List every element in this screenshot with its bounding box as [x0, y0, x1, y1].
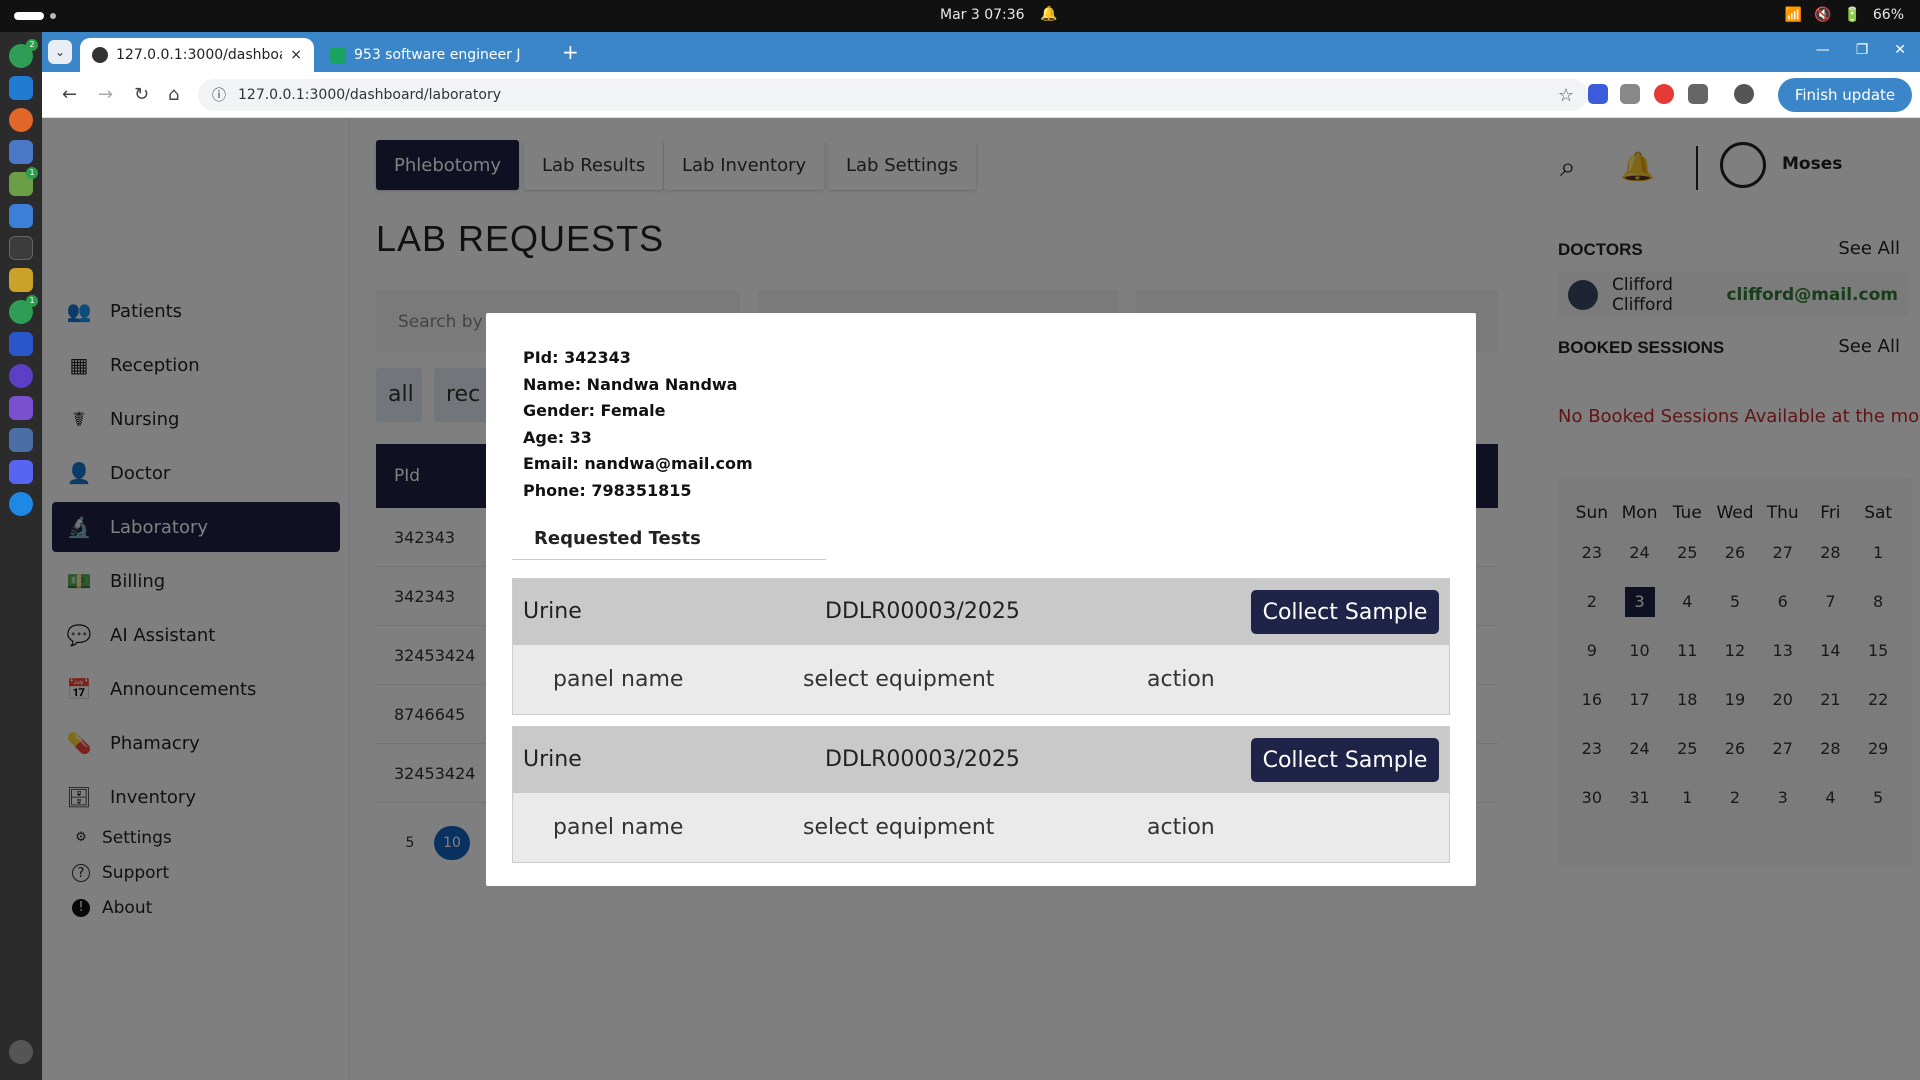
extension-puzzle-icon[interactable]	[1620, 84, 1640, 104]
files-dock-icon[interactable]: 1	[9, 167, 38, 196]
home-icon[interactable]: ⌂	[168, 84, 179, 105]
tab-search-icon[interactable]: ⌄	[48, 40, 72, 64]
game-dock-icon[interactable]	[9, 268, 33, 292]
os-clock[interactable]: Mar 3 07:36	[940, 7, 1025, 23]
close-icon[interactable]: ×	[290, 47, 302, 63]
app-dock: 2 1 1	[0, 32, 42, 1080]
notification-bell-icon[interactable]: 🔔	[1040, 6, 1057, 22]
minimize-icon[interactable]: —	[1816, 42, 1830, 58]
lab-request-modal: PId: 342343 Name: Nandwa Nandwa Gender: …	[486, 313, 1476, 886]
patient-name: Name: Nandwa Nandwa	[523, 374, 738, 394]
requested-tests-heading: Requested Tests	[512, 528, 826, 560]
tab-title: 953 software engineer J	[354, 47, 521, 63]
window-close-icon[interactable]: ✕	[1894, 42, 1906, 58]
window-dock-icon[interactable]	[9, 140, 33, 164]
extensions-menu-icon[interactable]	[1688, 84, 1708, 104]
panel-name-column: panel name	[553, 667, 684, 692]
panel-name-column: panel name	[553, 815, 684, 840]
test-name: Urine	[523, 599, 582, 624]
reload-icon[interactable]: ↻	[134, 84, 149, 105]
test-code: DDLR00003/2025	[825, 599, 1020, 624]
intellij-dock-icon[interactable]	[9, 332, 33, 356]
browser-tab-strip: ⌄ 127.0.0.1:3000/dashboard × 953 softwar…	[42, 32, 1920, 72]
bookmark-star-icon[interactable]: ☆	[1558, 85, 1574, 106]
tab-title: 127.0.0.1:3000/dashboard	[116, 47, 282, 63]
url-text: 127.0.0.1:3000/dashboard/laboratory	[238, 87, 501, 103]
test-card: Urine DDLR00003/2025 Collect Sample pane…	[512, 726, 1450, 863]
test-card-header: Urine DDLR00003/2025 Collect Sample	[513, 727, 1449, 793]
browser-toolbar: ← → ↻ ⌂ ⓘ 127.0.0.1:3000/dashboard/labor…	[42, 72, 1920, 118]
patient-info: PId: 342343 Name: Nandwa Nandwa Gender: …	[523, 345, 753, 504]
os-top-bar: Mar 3 07:36 🔔 📶 🔇 🔋 66%	[0, 0, 1920, 32]
finish-update-button[interactable]: Finish update	[1778, 78, 1912, 112]
select-equipment-column: select equipment	[803, 667, 995, 692]
battery-level: 66%	[1872, 7, 1904, 23]
postgres-dock-icon[interactable]	[9, 428, 33, 452]
patient-email: Email: nandwa@mail.com	[523, 454, 753, 473]
patient-phone: Phone: 798351815	[523, 480, 692, 500]
notes-dock-icon[interactable]	[9, 204, 33, 228]
extension-icon[interactable]	[1588, 84, 1608, 104]
vscode-dock-icon[interactable]	[9, 76, 33, 100]
patient-age: Age: 33	[523, 427, 592, 447]
profile-avatar[interactable]	[1734, 84, 1754, 104]
chrome-alt-dock-icon[interactable]: 1	[9, 295, 38, 324]
test-code: DDLR00003/2025	[825, 747, 1020, 772]
discord-dock-icon[interactable]	[9, 460, 33, 484]
firefox-dock-icon[interactable]	[9, 108, 33, 132]
system-tray[interactable]: 📶 🔇 🔋 66%	[1785, 7, 1904, 23]
action-column: action	[1147, 815, 1215, 840]
test-card: Urine DDLR00003/2025 Collect Sample pane…	[512, 578, 1450, 715]
volume-muted-icon: 🔇	[1814, 7, 1832, 23]
browser-dock-icon[interactable]	[9, 364, 33, 388]
activities-indicator[interactable]	[14, 12, 44, 20]
collect-sample-button[interactable]: Collect Sample	[1251, 738, 1439, 782]
chrome-dock-icon[interactable]: 2	[9, 39, 38, 68]
browser-tab-inactive[interactable]: 953 software engineer J	[318, 38, 548, 72]
maximize-icon[interactable]: ❐	[1856, 42, 1869, 58]
action-column: action	[1147, 667, 1215, 692]
sheets-favicon-icon	[330, 47, 346, 63]
address-bar[interactable]: ⓘ 127.0.0.1:3000/dashboard/laboratory ☆	[198, 79, 1588, 111]
new-tab-button[interactable]: +	[562, 40, 579, 64]
site-favicon-icon	[92, 47, 108, 63]
workspace-dot	[50, 13, 56, 19]
patient-pid: PId: 342343	[523, 348, 631, 367]
thunderbird-dock-icon[interactable]	[9, 492, 33, 516]
browser-tab-active[interactable]: 127.0.0.1:3000/dashboard ×	[80, 38, 314, 72]
terminal-dock-icon[interactable]	[9, 236, 33, 260]
window-controls: — ❐ ✕	[1816, 42, 1906, 58]
test-card-header: Urine DDLR00003/2025 Collect Sample	[513, 579, 1449, 645]
test-name: Urine	[523, 747, 582, 772]
wifi-icon: 📶	[1784, 7, 1802, 23]
apps-grid-icon[interactable]	[9, 1040, 33, 1064]
collect-sample-button[interactable]: Collect Sample	[1251, 590, 1439, 634]
battery-icon: 🔋	[1843, 7, 1861, 23]
obsidian-dock-icon[interactable]	[9, 396, 33, 420]
opera-extension-icon[interactable]	[1654, 84, 1674, 104]
back-arrow-icon[interactable]: ←	[62, 84, 77, 105]
site-info-icon[interactable]: ⓘ	[212, 85, 226, 105]
forward-arrow-icon[interactable]: →	[98, 84, 113, 105]
select-equipment-column: select equipment	[803, 815, 995, 840]
patient-gender: Gender: Female	[523, 401, 666, 420]
